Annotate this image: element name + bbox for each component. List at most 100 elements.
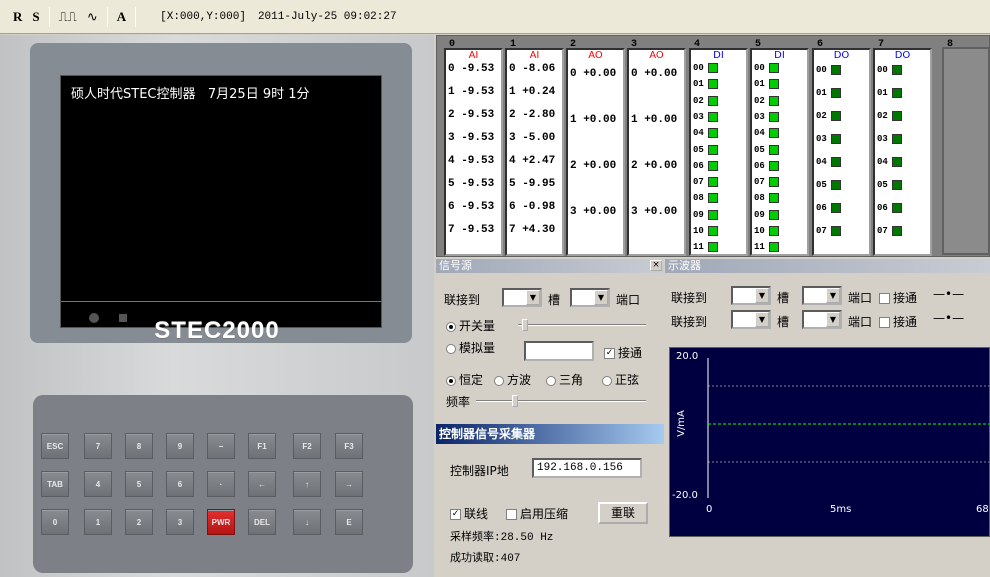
analog-value-input[interactable] [524,341,594,361]
key-0-4[interactable]: − [207,433,235,459]
digital-bit[interactable]: 07 [877,226,902,236]
chevron-down-icon[interactable]: ▼ [526,290,540,305]
key-1-6[interactable]: ↑ [293,471,321,497]
digital-bit[interactable]: 06 [693,160,718,171]
triangle-radio[interactable]: 三角 [546,371,583,388]
digital-bit[interactable]: 07 [816,226,841,236]
constant-radio[interactable]: 恒定 [446,371,483,388]
digital-bit[interactable]: 10 [693,226,718,236]
reconnect-button[interactable]: 重联 [598,502,648,524]
key-0-1[interactable]: 7 [84,433,112,459]
digital-bit[interactable]: 00 [754,63,779,73]
key-1-2[interactable]: 5 [125,471,153,497]
digital-bit[interactable]: 04 [754,128,779,139]
digital-bit[interactable]: 07 [754,177,779,188]
scope-connect-checkbox-1[interactable]: 接通 [879,289,917,306]
frequency-slider[interactable] [476,395,646,407]
digital-bit[interactable]: 03 [877,134,902,144]
digital-bit[interactable]: 03 [816,134,841,144]
digital-bit[interactable]: 08 [754,193,779,204]
analog-qty-radio[interactable]: 模拟量 [446,339,495,356]
key-2-4[interactable]: PWR [207,509,235,535]
key-1-1[interactable]: 4 [84,471,112,497]
key-2-2[interactable]: 2 [125,509,153,535]
digital-bit[interactable]: 02 [754,95,779,106]
io-card-3[interactable]: AO 0 +0.00 1 +0.00 2 +0.00 3 +0.00 [627,48,686,256]
slider-thumb[interactable] [512,395,518,407]
wave-icon[interactable]: ∿ [82,6,103,28]
digital-bit[interactable]: 10 [754,226,779,236]
slider-thumb[interactable] [522,319,528,331]
digital-bit[interactable]: 06 [816,203,841,213]
chevron-down-icon[interactable]: ▼ [826,312,840,327]
sine-radio[interactable]: 正弦 [602,371,639,388]
key-1-7[interactable]: → [335,471,363,497]
key-0-6[interactable]: F2 [293,433,321,459]
io-card-1[interactable]: AI 0 -8.06 1 +0.24 2 -2.80 3 -5.00 4 +2.47 5 -… [505,48,564,256]
key-2-5[interactable]: DEL [248,509,276,535]
digital-bit[interactable]: 07 [693,177,718,188]
square-radio[interactable]: 方波 [494,371,531,388]
pulse-icon[interactable]: ⎍⎍ [54,6,82,28]
digital-bit[interactable]: 09 [693,209,718,220]
digital-bit[interactable]: 05 [754,144,779,155]
key-0-2[interactable]: 8 [125,433,153,459]
digital-bit[interactable]: 03 [693,111,718,122]
digital-bit[interactable]: 04 [816,157,841,167]
connect-checkbox[interactable]: ✓ 接通 [604,344,642,361]
key-2-0[interactable]: 0 [41,509,69,535]
digital-bit[interactable]: 03 [754,111,779,122]
key-2-1[interactable]: 1 [84,509,112,535]
switch-slider[interactable] [518,319,646,331]
digital-bit[interactable]: 00 [816,65,841,75]
digital-bit[interactable]: 06 [877,203,902,213]
digital-bit[interactable]: 04 [877,157,902,167]
close-icon[interactable]: × [650,260,662,271]
scope-port-select-2[interactable]: ▼ [802,310,842,329]
digital-bit[interactable]: 11 [754,242,779,253]
ip-input[interactable]: 192.168.0.156 [532,458,642,478]
digital-bit[interactable]: 01 [816,88,841,98]
key-1-0[interactable]: TAB [41,471,69,497]
online-checkbox[interactable]: ✓ 联线 [450,505,488,522]
port-select[interactable]: ▼ [570,288,610,307]
digital-bit[interactable]: 01 [754,79,779,90]
chevron-down-icon[interactable]: ▼ [826,288,840,303]
io-card-5[interactable]: DI 00 01 02 03 04 05 06 07 08 09 10 11 [750,48,809,256]
digital-bit[interactable]: 05 [877,180,902,190]
io-card-7[interactable]: DO 00 01 02 03 04 05 06 07 [873,48,932,256]
scope-slot-select-1[interactable]: ▼ [731,286,771,305]
a-button[interactable]: A [112,6,131,28]
s-button[interactable]: S [27,6,44,28]
r-button[interactable]: R [8,6,27,28]
digital-bit[interactable]: 01 [693,79,718,90]
key-2-7[interactable]: E [335,509,363,535]
digital-bit[interactable]: 08 [693,193,718,204]
key-0-5[interactable]: F1 [248,433,276,459]
digital-bit[interactable]: 06 [754,160,779,171]
digital-bit[interactable]: 00 [693,63,718,73]
digital-bit[interactable]: 02 [693,95,718,106]
chevron-down-icon[interactable]: ▼ [755,288,769,303]
digital-bit[interactable]: 09 [754,209,779,220]
slot-select[interactable]: ▼ [502,288,542,307]
scope-slot-select-2[interactable]: ▼ [731,310,771,329]
key-0-7[interactable]: F3 [335,433,363,459]
compress-checkbox[interactable]: 启用压缩 [506,505,568,522]
key-1-5[interactable]: ← [248,471,276,497]
scope-port-select-1[interactable]: ▼ [802,286,842,305]
digital-bit[interactable]: 05 [693,144,718,155]
key-0-3[interactable]: 9 [166,433,194,459]
io-card-0[interactable]: AI 0 -9.53 1 -9.53 2 -9.53 3 -9.53 4 -9.53 5 -… [444,48,503,256]
key-2-3[interactable]: 3 [166,509,194,535]
digital-bit[interactable]: 05 [816,180,841,190]
digital-bit[interactable]: 01 [877,88,902,98]
key-1-4[interactable]: · [207,471,235,497]
io-card-2[interactable]: AO 0 +0.00 1 +0.00 2 +0.00 3 +0.00 [566,48,625,256]
digital-bit[interactable]: 11 [693,242,718,253]
scope-plot[interactable]: 20.0 -20.0 V/mA 0 5ms 68 [669,347,990,537]
key-1-3[interactable]: 6 [166,471,194,497]
scope-connect-checkbox-2[interactable]: 接通 [879,313,917,330]
key-0-0[interactable]: ESC [41,433,69,459]
io-card-4[interactable]: DI 00 01 02 03 04 05 06 07 08 09 10 11 [689,48,748,256]
